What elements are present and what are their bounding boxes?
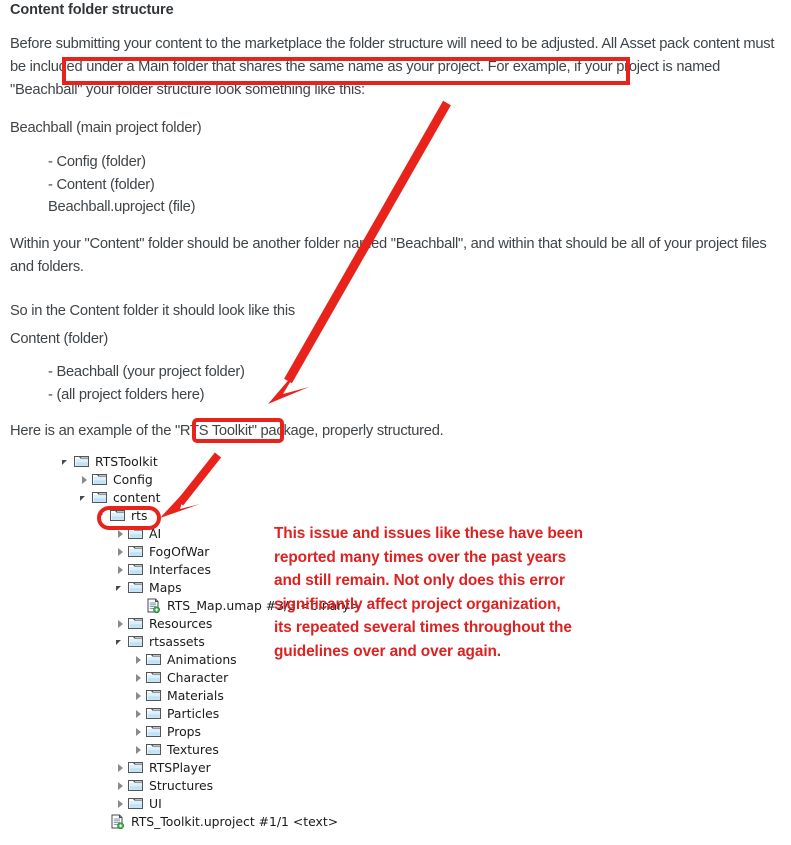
- tree-node-label: rtsassets: [149, 633, 205, 649]
- folder-icon: [127, 778, 144, 792]
- chevron-right-icon[interactable]: [114, 563, 127, 576]
- chevron-right-icon[interactable]: [114, 545, 127, 558]
- folder-icon: [91, 490, 108, 504]
- chevron-down-icon[interactable]: [114, 635, 127, 648]
- tree-node-interfaces[interactable]: Interfaces: [60, 560, 360, 578]
- chevron-right-icon[interactable]: [132, 743, 145, 756]
- tree-node-label: RTSToolkit: [95, 453, 158, 469]
- tree-node-particles[interactable]: Particles: [60, 704, 360, 722]
- paragraph-rts-example: Here is an example of the "RTS Toolkit" …: [10, 423, 444, 439]
- tree-node-label: FogOfWar: [149, 543, 210, 559]
- tree-node-label: Resources: [149, 615, 213, 631]
- tree-node-rtsassets[interactable]: rtsassets: [60, 632, 360, 650]
- folder-icon: [109, 508, 126, 522]
- tree-node-ui[interactable]: UI: [60, 794, 360, 812]
- chevron-right-icon[interactable]: [132, 653, 145, 666]
- folder-icon: [145, 724, 162, 738]
- tree-node-maps[interactable]: Maps: [60, 578, 360, 596]
- tree-node-label: content: [113, 489, 161, 505]
- tree-node-label: UI: [149, 795, 162, 811]
- chevron-right-icon[interactable]: [132, 689, 145, 702]
- chevron-right-icon[interactable]: [114, 617, 127, 630]
- page-title: Content folder structure: [10, 2, 174, 18]
- chevron-right-icon[interactable]: [132, 671, 145, 684]
- folder-icon: [91, 472, 108, 486]
- beachball-folder-list: - Config (folder) - Content (folder) Bea…: [48, 151, 195, 219]
- chevron-right-icon[interactable]: [114, 761, 127, 774]
- tree-node-ai[interactable]: AI: [60, 524, 360, 542]
- tree-node-label: Maps: [149, 579, 182, 595]
- tree-node-rtsplayer[interactable]: RTSPlayer: [60, 758, 360, 776]
- chevron-down-icon[interactable]: [96, 509, 109, 522]
- folder-icon: [145, 688, 162, 702]
- file-icon: [145, 598, 162, 614]
- chevron-down-icon[interactable]: [114, 581, 127, 594]
- tree-node-label: RTSPlayer: [149, 759, 211, 775]
- tree-node-label: Animations: [167, 651, 237, 667]
- folder-icon: [127, 544, 144, 558]
- folder-icon: [127, 562, 144, 576]
- tree-node-rts[interactable]: rts: [60, 506, 360, 524]
- folder-icon: [127, 634, 144, 648]
- tree-node-label: Textures: [167, 741, 219, 757]
- tree-node-label: rts: [131, 507, 148, 523]
- paragraph-so-in-content: So in the Content folder it should look …: [10, 303, 295, 319]
- chevron-right-icon[interactable]: [132, 725, 145, 738]
- tree-node-character[interactable]: Character: [60, 668, 360, 686]
- chevron-right-icon[interactable]: [78, 473, 91, 486]
- folder-icon: [73, 454, 90, 468]
- tree-node-animations[interactable]: Animations: [60, 650, 360, 668]
- paragraph-content-folder-label: Content (folder): [10, 331, 109, 347]
- folder-icon: [127, 616, 144, 630]
- tree-node-content[interactable]: content: [60, 488, 360, 506]
- content-folder-list: - Beachball (your project folder) - (all…: [48, 361, 245, 406]
- chevron-right-icon[interactable]: [114, 779, 127, 792]
- tree-node-config[interactable]: Config: [60, 470, 360, 488]
- tree-node-label: Structures: [149, 777, 214, 793]
- tree-node-label: RTS_Map.umap #3/3 <binary>: [167, 597, 360, 613]
- tree-node-label: Config: [113, 471, 153, 487]
- chevron-down-icon[interactable]: [78, 491, 91, 504]
- chevron-right-icon[interactable]: [114, 797, 127, 810]
- list-item: - (all project folders here): [48, 386, 205, 403]
- folder-icon: [145, 706, 162, 720]
- tree-node-structures[interactable]: Structures: [60, 776, 360, 794]
- folder-icon: [145, 652, 162, 666]
- chevron-down-icon[interactable]: [60, 455, 73, 468]
- paragraph-content-folder: Within your "Content" folder should be a…: [10, 236, 767, 275]
- tree-node-label: RTS_Toolkit.uproject #1/1 <text>: [131, 813, 339, 829]
- tree-node-label: Props: [167, 723, 201, 739]
- list-item: - Beachball (your project folder): [48, 364, 245, 380]
- tree-node-label: Materials: [167, 687, 224, 703]
- folder-icon: [127, 580, 144, 594]
- tree-node-props[interactable]: Props: [60, 722, 360, 740]
- file-tree[interactable]: RTSToolkit Config content rts AI FogOfWar Inte…: [60, 452, 360, 830]
- folder-icon: [145, 742, 162, 756]
- tree-node-label: Character: [167, 669, 229, 685]
- folder-icon: [145, 670, 162, 684]
- list-item: Beachball.uproject (file): [48, 199, 196, 215]
- folder-icon: [127, 526, 144, 540]
- tree-node-fogofwar[interactable]: FogOfWar: [60, 542, 360, 560]
- folder-icon: [127, 760, 144, 774]
- list-item: - Content (folder): [48, 176, 155, 193]
- tree-node-rts_map[interactable]: RTS_Map.umap #3/3 <binary>: [60, 596, 360, 614]
- chevron-right-icon[interactable]: [114, 527, 127, 540]
- list-item: - Config (folder): [48, 154, 146, 170]
- file-icon: [109, 814, 126, 830]
- tree-node-resources[interactable]: Resources: [60, 614, 360, 632]
- chevron-right-icon[interactable]: [132, 707, 145, 720]
- tree-node-rts_toolkit[interactable]: RTS_Toolkit.uproject #1/1 <text>: [60, 812, 360, 830]
- tree-node-materials[interactable]: Materials: [60, 686, 360, 704]
- tree-node-label: AI: [149, 525, 162, 541]
- paragraph-intro: Before submitting your content to the ma…: [10, 36, 775, 98]
- tree-node-rtstoolkit[interactable]: RTSToolkit: [60, 452, 360, 470]
- folder-icon: [127, 796, 144, 810]
- tree-node-label: Interfaces: [149, 561, 211, 577]
- tree-node-label: Particles: [167, 705, 220, 721]
- paragraph-beachball-root: Beachball (main project folder): [10, 120, 202, 136]
- tree-node-textures[interactable]: Textures: [60, 740, 360, 758]
